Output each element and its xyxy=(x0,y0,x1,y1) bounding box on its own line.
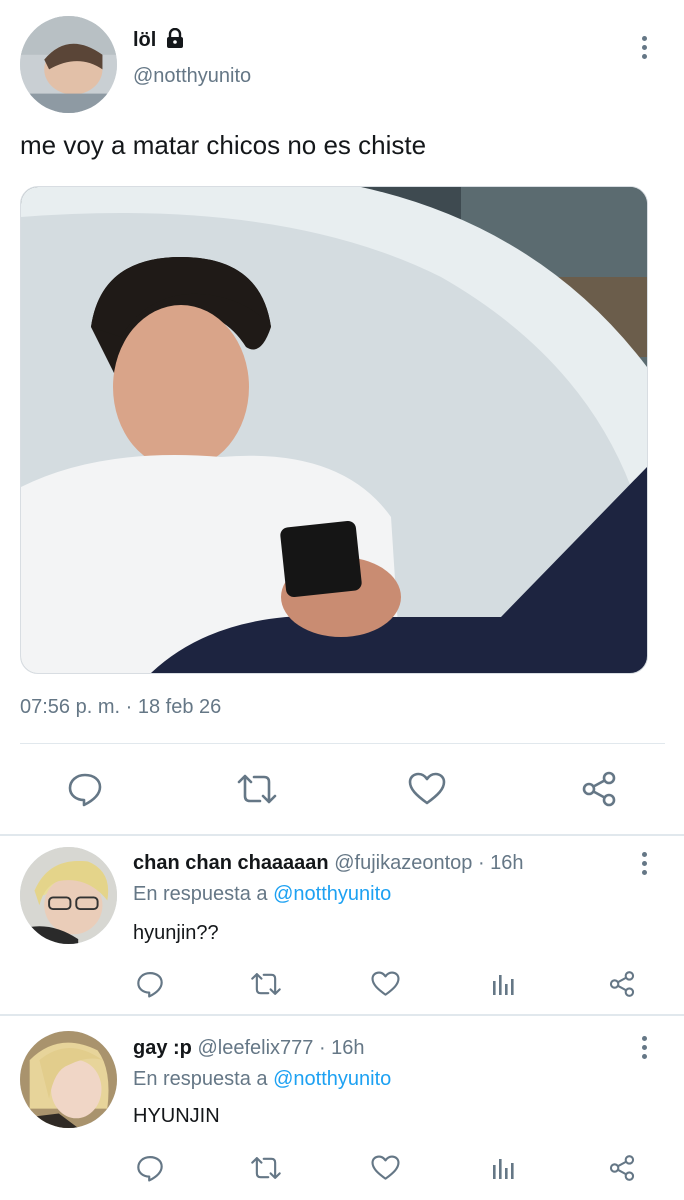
reply-avatar[interactable] xyxy=(20,847,117,944)
mention-link[interactable]: @notthyunito xyxy=(273,1068,391,1090)
retweet-icon xyxy=(251,1157,281,1179)
in-reply-to: En respuesta a @notthyunito xyxy=(133,1068,392,1090)
reply-button[interactable] xyxy=(60,766,110,812)
reply-avatar[interactable] xyxy=(20,1031,117,1128)
more-vertical-icon xyxy=(641,35,647,41)
reply-time: · 16h xyxy=(477,852,524,874)
share-button[interactable] xyxy=(602,964,642,1004)
reply-icon xyxy=(68,773,102,807)
reply-text: hyunjin?? xyxy=(133,922,219,944)
reply-time: · 16h xyxy=(318,1037,365,1059)
reply-display-name[interactable]: chan chan chaaaaan xyxy=(133,852,329,874)
heart-icon xyxy=(408,772,446,805)
section-divider xyxy=(0,834,684,836)
share-icon xyxy=(609,1155,635,1181)
retweet-button[interactable] xyxy=(232,766,282,812)
more-vertical-icon xyxy=(641,1035,647,1041)
in-reply-to: En respuesta a @notthyunito xyxy=(133,883,392,905)
reply-icon xyxy=(137,972,163,998)
reply-header[interactable]: chan chan chaaaaan @fujikazeontop · 16h xyxy=(133,852,524,875)
like-button[interactable] xyxy=(365,1148,405,1188)
like-button[interactable] xyxy=(365,964,405,1004)
reply-handle[interactable]: @fujikazeontop xyxy=(334,852,472,874)
author-avatar[interactable] xyxy=(20,16,117,113)
share-button[interactable] xyxy=(602,1148,642,1188)
tweet-text: me voy a matar chicos no es chiste xyxy=(20,130,427,160)
heart-icon xyxy=(370,971,400,996)
author-handle[interactable]: @notthyunito xyxy=(133,65,251,88)
stats-button[interactable] xyxy=(484,1148,524,1188)
more-options-button[interactable] xyxy=(629,27,659,67)
main-tweet: löl @notthyunito me voy a matar chicos n… xyxy=(0,0,684,836)
mention-link[interactable]: @notthyunito xyxy=(273,883,391,905)
share-icon xyxy=(609,971,635,997)
tweet-timestamp[interactable]: 07:56 p. m. · 18 feb 26 xyxy=(20,696,221,719)
reply-button[interactable] xyxy=(130,964,170,1004)
reply-handle[interactable]: @leefelix777 xyxy=(197,1037,313,1059)
retweet-icon xyxy=(237,774,277,804)
stats-icon xyxy=(493,975,514,995)
lock-icon xyxy=(166,27,184,54)
stats-icon xyxy=(493,1159,514,1179)
divider xyxy=(20,743,665,744)
reply-text: HYUNJIN xyxy=(133,1105,220,1127)
share-icon xyxy=(582,771,616,807)
reply-more-options-button[interactable] xyxy=(629,843,659,883)
retweet-button[interactable] xyxy=(246,964,286,1004)
like-button[interactable] xyxy=(402,766,452,812)
reply-more-options-button[interactable] xyxy=(629,1027,659,1067)
tweet-media-image[interactable] xyxy=(20,186,648,674)
section-divider xyxy=(0,1014,684,1016)
photo-man-with-phone-in-bathtub-icon xyxy=(21,187,647,673)
reply-display-name[interactable]: gay :p xyxy=(133,1037,192,1059)
author-name[interactable]: löl xyxy=(133,27,184,54)
retweet-button[interactable] xyxy=(246,1148,286,1188)
reply-header[interactable]: gay :p @leefelix777 · 16h xyxy=(133,1037,365,1060)
more-vertical-icon xyxy=(641,851,647,857)
heart-icon xyxy=(370,1155,400,1180)
stats-button[interactable] xyxy=(484,964,524,1004)
reply-button[interactable] xyxy=(130,1148,170,1188)
retweet-icon xyxy=(251,973,281,995)
share-button[interactable] xyxy=(574,766,624,812)
reply-icon xyxy=(137,1156,163,1182)
